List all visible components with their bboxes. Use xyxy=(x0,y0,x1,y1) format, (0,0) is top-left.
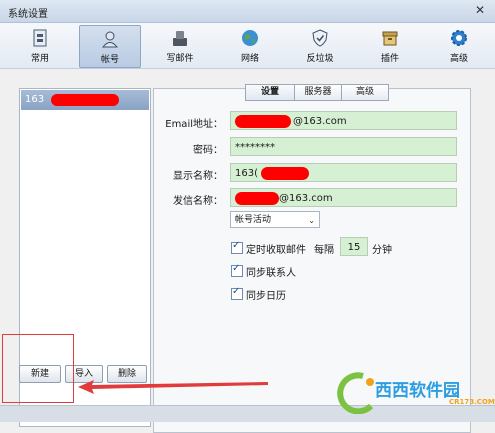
chevron-down-icon: ⌄ xyxy=(308,216,315,225)
tab-server[interactable]: 服务器 xyxy=(294,84,342,101)
toolbar-label: 网络 xyxy=(240,54,259,64)
timed-fetch-checkbox[interactable] xyxy=(231,240,243,254)
sender-name-field[interactable]: @163.com xyxy=(230,188,457,207)
timed-fetch-label: 定时收取邮件 xyxy=(246,245,306,256)
password-label: 密码： xyxy=(193,145,223,156)
password-field[interactable]: ******** xyxy=(230,137,457,156)
sync-contacts-checkbox[interactable] xyxy=(231,263,243,277)
watermark-site-name: 西西软件园 xyxy=(375,381,460,401)
account-item-label: 163 xyxy=(25,94,45,105)
toolbar-plugins[interactable]: 插件 xyxy=(360,25,420,66)
redaction-mark xyxy=(235,115,291,128)
arrow-annotation xyxy=(78,380,268,394)
sender-name-value: @163.com xyxy=(279,193,333,204)
toolbar-antispam[interactable]: 反垃圾 xyxy=(290,25,350,66)
site-watermark: 西西软件园 CR173.COM xyxy=(331,370,495,414)
toolbar-label: 反垃圾 xyxy=(306,54,334,64)
toolbar-compose[interactable]: 写邮件 xyxy=(150,25,210,66)
toolbar-advanced[interactable]: 高级 xyxy=(429,25,489,66)
redaction-mark xyxy=(261,167,309,180)
tab-settings[interactable]: 设置 xyxy=(245,84,295,101)
email-field[interactable]: @163.com xyxy=(230,111,457,130)
watermark-logo-icon xyxy=(337,372,374,414)
toolbar-label: 插件 xyxy=(380,54,399,64)
display-name-value: 163( xyxy=(235,168,258,179)
toolbar-network[interactable]: 网络 xyxy=(220,25,280,66)
redaction-mark xyxy=(235,192,279,205)
sender-name-label: 发信名称： xyxy=(173,196,223,207)
gear-icon xyxy=(451,30,467,46)
globe-icon xyxy=(242,30,258,46)
title-bar: 系统设置 ✕ xyxy=(0,0,495,23)
sync-contacts-label: 同步联系人 xyxy=(246,268,296,279)
shield-icon xyxy=(312,29,328,47)
tab-advanced[interactable]: 高级 xyxy=(341,84,389,101)
toolbar-label: 常用 xyxy=(30,54,49,64)
toolbar-account[interactable]: 帐号 xyxy=(79,25,141,68)
toolbar-label: 高级 xyxy=(449,54,468,64)
window-title: 系统设置 xyxy=(8,9,48,20)
display-name-field[interactable]: 163( xyxy=(230,163,457,182)
highlight-box xyxy=(2,334,74,403)
toolbar-label: 写邮件 xyxy=(166,54,194,64)
display-name-label: 显示名称： xyxy=(173,171,223,182)
fetch-interval-input[interactable]: 15 xyxy=(340,237,368,256)
account-list-item[interactable]: 163 xyxy=(21,90,149,110)
settings-toolbar: 常用 帐号 写邮件 网络 反垃圾 插件 高级 xyxy=(0,23,495,69)
interval-prefix-label: 每隔 xyxy=(314,245,334,256)
close-button[interactable]: ✕ xyxy=(471,2,489,19)
compose-icon xyxy=(173,31,187,46)
interval-unit-label: 分钟 xyxy=(372,245,392,256)
plugin-icon xyxy=(382,31,398,46)
toolbar-label: 帐号 xyxy=(100,55,119,65)
account-icon xyxy=(101,31,119,48)
redaction-mark xyxy=(51,94,119,106)
sync-calendar-checkbox[interactable] xyxy=(231,286,243,300)
general-icon xyxy=(33,29,47,47)
watermark-domain: CR173.COM xyxy=(449,398,495,406)
sync-calendar-label: 同步日历 xyxy=(246,291,286,302)
email-label: Email地址： xyxy=(165,119,223,130)
status-select-value: 帐号活动 xyxy=(235,215,272,225)
email-value: @163.com xyxy=(293,116,347,127)
account-status-select[interactable]: 帐号活动 ⌄ xyxy=(230,211,320,228)
toolbar-general[interactable]: 常用 xyxy=(10,25,70,66)
